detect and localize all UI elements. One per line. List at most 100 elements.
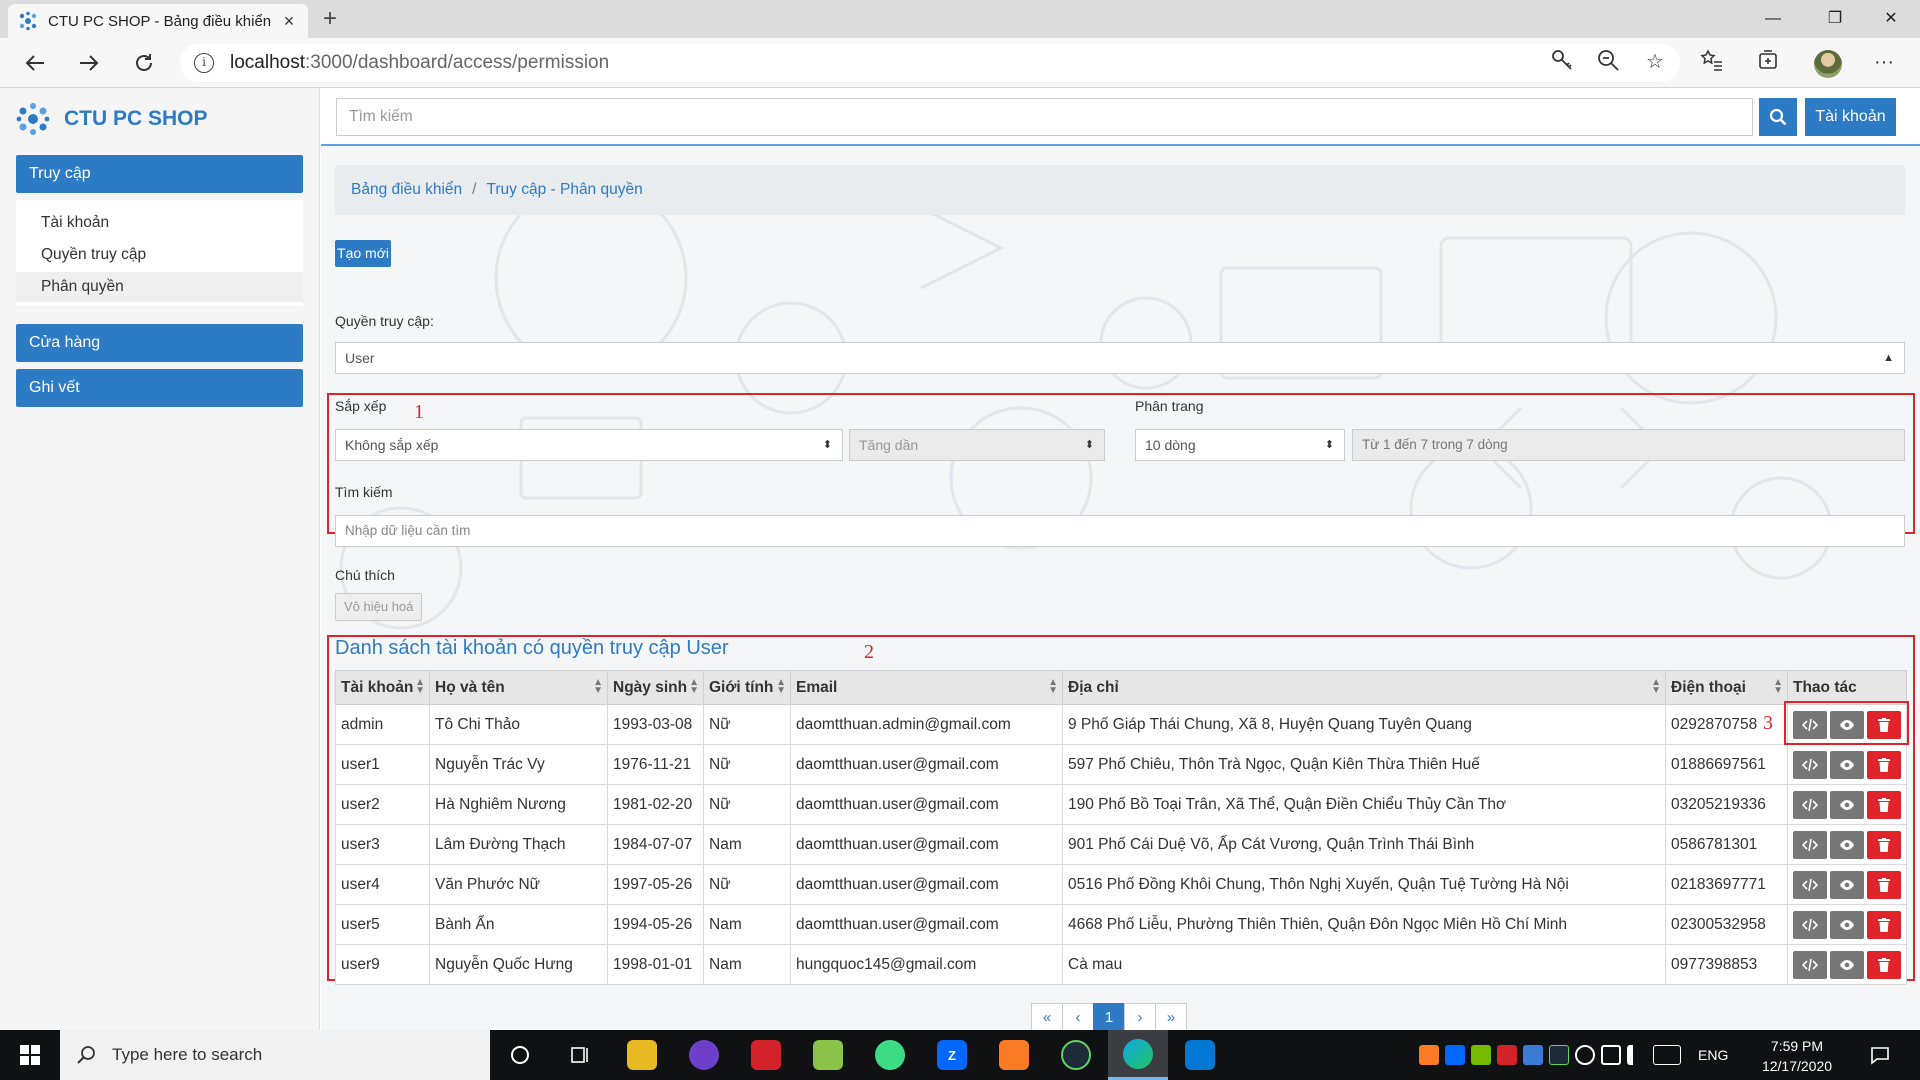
permission-code-button[interactable]: [1793, 950, 1827, 979]
keyboard-icon[interactable]: [1653, 1045, 1681, 1065]
table-cell: Nam: [703, 944, 791, 985]
key-icon[interactable]: [1550, 48, 1578, 76]
collections-icon[interactable]: [1756, 48, 1784, 76]
garena-icon[interactable]: [736, 1030, 796, 1080]
column-header[interactable]: Tài khoản ▲ ▼: [335, 670, 430, 705]
windows-start-icon[interactable]: [0, 1030, 60, 1080]
new-tab-icon[interactable]: +: [316, 6, 344, 34]
battery-icon[interactable]: [1601, 1045, 1621, 1065]
permission-code-button[interactable]: [1793, 870, 1827, 899]
site-info-icon[interactable]: i: [194, 53, 214, 73]
global-search-input[interactable]: Tìm kiếm: [336, 98, 1753, 136]
tray-nvidia-icon[interactable]: [1471, 1045, 1491, 1065]
permission-code-button[interactable]: [1793, 790, 1827, 819]
sidebar-item-tai-khoan[interactable]: Tài khoản: [16, 208, 303, 238]
tab-close-icon[interactable]: ×: [280, 12, 298, 30]
vscode-icon[interactable]: [1170, 1030, 1230, 1080]
table-cell: Nguyễn Quốc Hưng: [429, 944, 608, 985]
favorites-list-icon[interactable]: [1700, 48, 1728, 76]
notification-icon[interactable]: [1850, 1030, 1910, 1080]
sidebar-item-quyen-truy-cap[interactable]: Quyền truy cập: [16, 240, 303, 270]
brand[interactable]: CTU PC SHOP: [16, 102, 208, 136]
language-indicator[interactable]: ENG: [1698, 1047, 1728, 1063]
android-studio-icon[interactable]: [860, 1030, 920, 1080]
table-row: user1 Nguyễn Trác Vy 1976-11-21 Nữ daomtthua…: [335, 744, 1907, 785]
favorite-star-icon[interactable]: ☆: [1641, 48, 1669, 76]
wifi-icon[interactable]: [1575, 1045, 1595, 1065]
view-button[interactable]: [1830, 830, 1864, 859]
column-header[interactable]: Điện thoại ▲ ▼: [1665, 670, 1788, 705]
minimize-icon[interactable]: —: [1750, 4, 1796, 34]
delete-button[interactable]: [1867, 950, 1901, 979]
permission-code-button[interactable]: [1793, 750, 1827, 779]
column-header[interactable]: Ngày sinh ▲ ▼: [607, 670, 704, 705]
permission-code-button[interactable]: [1793, 910, 1827, 939]
sidebar-section-truy-cap[interactable]: Truy cập: [16, 155, 303, 193]
xampp-icon[interactable]: [984, 1030, 1044, 1080]
address-bar[interactable]: i localhost:3000/dashboard/access/permis…: [180, 44, 1680, 82]
page-current-button[interactable]: 1: [1093, 1003, 1125, 1030]
role-select[interactable]: User ▲: [335, 342, 1905, 374]
page-first-button[interactable]: «: [1031, 1003, 1063, 1030]
sidebar-item-phan-quyen[interactable]: Phân quyền: [16, 272, 303, 302]
view-button[interactable]: [1830, 910, 1864, 939]
table-cell: user9: [335, 944, 430, 985]
page-prev-button[interactable]: ‹: [1062, 1003, 1094, 1030]
browser-tab[interactable]: CTU PC SHOP - Bảng điều khiển ×: [8, 4, 308, 38]
table-row: user5 Bành Ẩn 1994-05-26 Nam daomtthuan.user…: [335, 904, 1907, 945]
edge-browser-icon[interactable]: [1108, 1030, 1168, 1080]
github-desktop-icon[interactable]: [674, 1030, 734, 1080]
file-explorer-icon[interactable]: [612, 1030, 672, 1080]
breadcrumb-home[interactable]: Bảng điều khiển: [351, 181, 462, 198]
delete-button[interactable]: [1867, 830, 1901, 859]
maximize-icon[interactable]: ❐: [1812, 4, 1858, 34]
tray-xampp-icon[interactable]: [1419, 1045, 1439, 1065]
forward-icon[interactable]: [72, 46, 106, 80]
window-close-icon[interactable]: ✕: [1868, 4, 1914, 34]
back-icon[interactable]: [18, 46, 52, 80]
zalo-icon[interactable]: Z: [922, 1030, 982, 1080]
global-search-button[interactable]: [1759, 98, 1797, 136]
task-view-icon[interactable]: [490, 1030, 550, 1080]
column-header[interactable]: Email ▲ ▼: [790, 670, 1063, 705]
profile-avatar[interactable]: [1814, 50, 1842, 78]
delete-button[interactable]: [1867, 750, 1901, 779]
view-button[interactable]: [1830, 790, 1864, 819]
sidebar-section-ghi-vet[interactable]: Ghi vết: [16, 369, 303, 407]
sidebar-section-cua-hang[interactable]: Cửa hàng: [16, 324, 303, 362]
taskbar-clock[interactable]: 7:59 PM 12/17/2020: [1752, 1036, 1842, 1076]
more-menu-icon[interactable]: ···: [1870, 48, 1898, 76]
tray-nox-icon[interactable]: [1549, 1045, 1569, 1065]
create-button[interactable]: Tạo mới: [335, 240, 391, 267]
filter-search-input[interactable]: Nhập dữ liệu cần tìm: [335, 515, 1905, 547]
volume-icon[interactable]: [1627, 1045, 1647, 1065]
table-cell: Hà Nghiêm Nương: [429, 784, 608, 825]
page-next-button[interactable]: ›: [1124, 1003, 1156, 1030]
column-header[interactable]: Địa chỉ ▲ ▼: [1062, 670, 1666, 705]
tray-shield-icon[interactable]: [1523, 1045, 1543, 1065]
view-button[interactable]: [1830, 950, 1864, 979]
nox-icon[interactable]: [1046, 1030, 1106, 1080]
tray-zalo-icon[interactable]: [1445, 1045, 1465, 1065]
delete-button[interactable]: [1867, 790, 1901, 819]
taskbar-search-box[interactable]: Type here to search: [60, 1030, 490, 1080]
column-header[interactable]: Giới tính ▲ ▼: [703, 670, 791, 705]
permission-code-button[interactable]: [1793, 830, 1827, 859]
paging-select[interactable]: 10 dòng ⬍: [1135, 429, 1345, 461]
view-button[interactable]: [1830, 870, 1864, 899]
timeline-icon[interactable]: [550, 1030, 610, 1080]
zoom-out-icon[interactable]: [1596, 48, 1624, 76]
delete-button[interactable]: [1867, 870, 1901, 899]
refresh-icon[interactable]: [127, 46, 161, 80]
delete-button[interactable]: [1867, 910, 1901, 939]
sort-select[interactable]: Không sắp xếp ⬍: [335, 429, 843, 461]
page-last-button[interactable]: »: [1155, 1003, 1187, 1030]
column-header[interactable]: Họ và tên ▲ ▼: [429, 670, 608, 705]
tray-vivaldi-icon[interactable]: [1497, 1045, 1517, 1065]
account-list-title: Danh sách tài khoản có quyền truy cập Us…: [335, 637, 729, 659]
account-button[interactable]: Tài khoản: [1805, 98, 1896, 136]
actions-cell: [1787, 784, 1907, 825]
search-icon: [1769, 108, 1787, 126]
notepad-icon[interactable]: [798, 1030, 858, 1080]
view-button[interactable]: [1830, 750, 1864, 779]
